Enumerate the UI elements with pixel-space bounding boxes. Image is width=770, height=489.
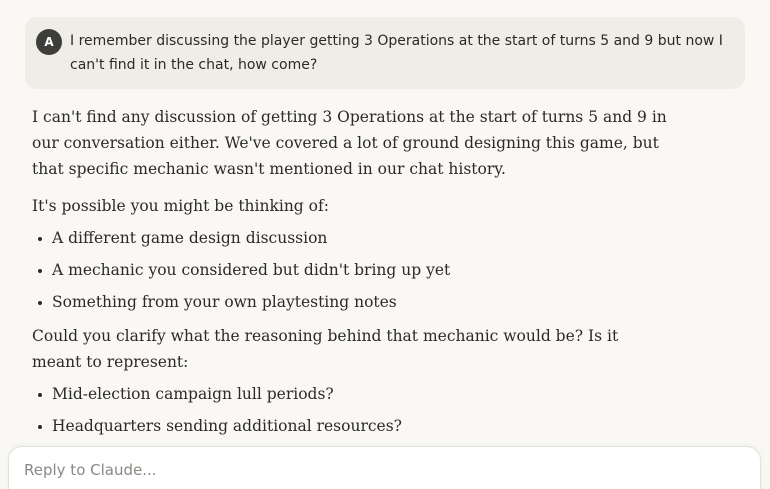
assistant-bullet-list: Mid-election campaign lull periods? Head… (32, 381, 732, 439)
assistant-paragraph: I can't find any discussion of getting 3… (32, 108, 667, 178)
list-item: A different game design discussion (32, 225, 732, 251)
user-message-text: I remember discussing the player getting… (70, 33, 723, 73)
assistant-message: I can't find any discussion of getting 3… (32, 104, 732, 439)
reply-composer (8, 446, 761, 489)
list-item: Something from your own playtesting note… (32, 289, 732, 315)
user-message-bubble: A I remember discussing the player getti… (25, 17, 745, 89)
assistant-paragraph: Could you clarify what the reasoning beh… (32, 327, 619, 371)
user-avatar: A (36, 29, 62, 55)
list-item: Headquarters sending additional resource… (32, 413, 732, 439)
list-item: A mechanic you considered but didn't bri… (32, 257, 732, 283)
assistant-paragraph: It's possible you might be thinking of: (32, 197, 329, 215)
reply-input[interactable] (24, 461, 744, 479)
list-item: Mid-election campaign lull periods? (32, 381, 732, 407)
assistant-bullet-list: A different game design discussion A mec… (32, 225, 732, 315)
